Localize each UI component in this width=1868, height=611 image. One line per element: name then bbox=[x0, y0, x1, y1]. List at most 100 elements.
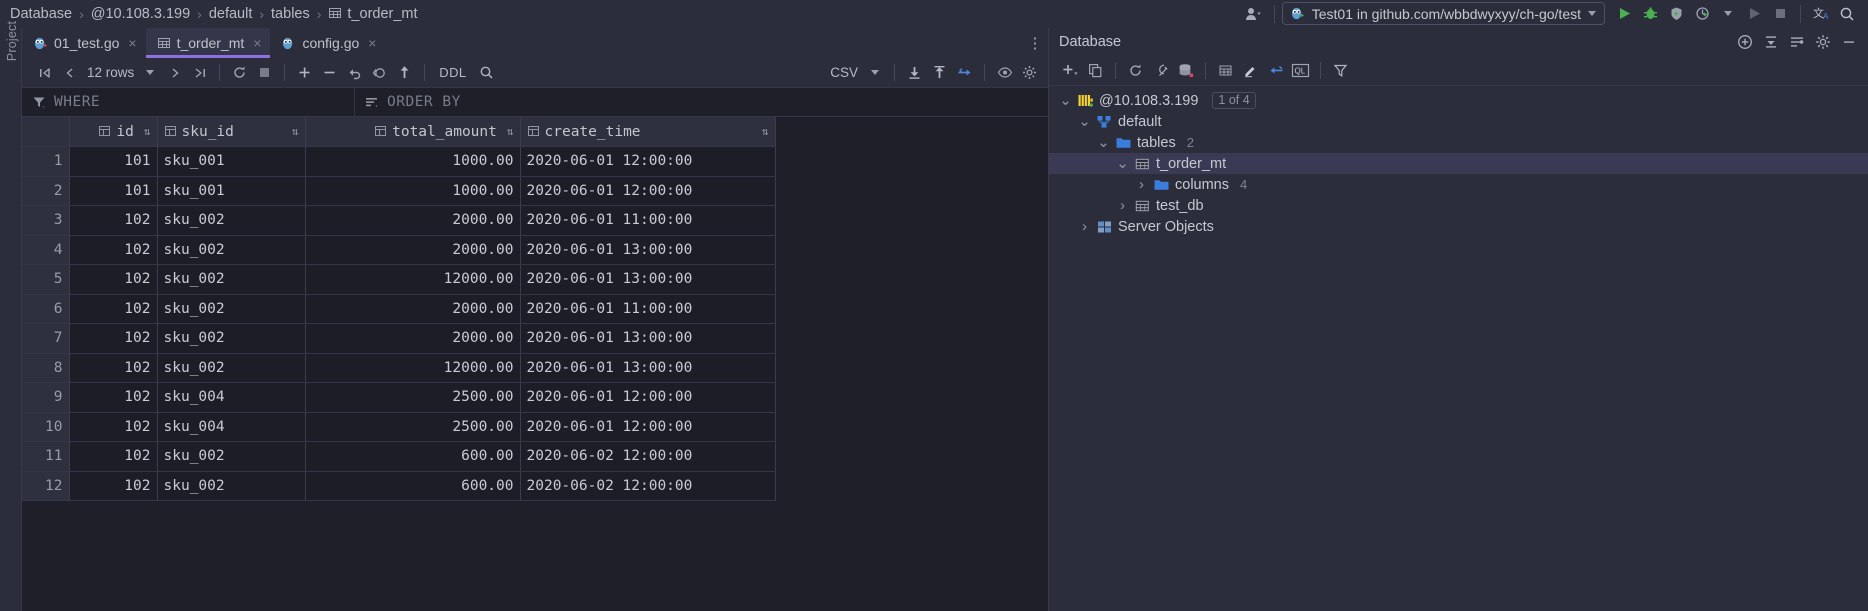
cell-create-time[interactable]: 2020-06-01 13:00:00 bbox=[520, 264, 776, 295]
debug-button[interactable] bbox=[1637, 2, 1663, 26]
download-icon[interactable] bbox=[902, 62, 927, 84]
revert-selected-icon[interactable] bbox=[367, 62, 392, 84]
export-to-database-icon[interactable] bbox=[952, 62, 977, 84]
close-icon[interactable]: × bbox=[368, 35, 376, 51]
search-icon[interactable] bbox=[474, 62, 499, 84]
cell-sku-id[interactable]: sku_001 bbox=[157, 146, 306, 177]
chevron-down-icon[interactable]: ⌄ bbox=[1078, 114, 1091, 129]
column-header-sku-id[interactable]: sku_id ⇅ bbox=[157, 117, 306, 147]
cell-create-time[interactable]: 2020-06-01 12:00:00 bbox=[520, 382, 776, 413]
cell-create-time[interactable]: 2020-06-02 12:00:00 bbox=[520, 441, 776, 472]
cell-sku-id[interactable]: sku_002 bbox=[157, 323, 306, 354]
cell-create-time[interactable]: 2020-06-01 13:00:00 bbox=[520, 323, 776, 354]
filter-icon[interactable] bbox=[1328, 60, 1353, 82]
schema-filter-icon[interactable] bbox=[1784, 31, 1810, 53]
chevron-down-icon[interactable]: ⌄ bbox=[1116, 156, 1129, 171]
cell-sku-id[interactable]: sku_004 bbox=[157, 412, 306, 442]
sort-indicator-icon[interactable]: ⇅ bbox=[144, 125, 151, 138]
next-page-icon[interactable] bbox=[162, 62, 187, 84]
table-row[interactable]: 11 102 sku_002 600.00 2020-06-02 12:00:00 bbox=[22, 441, 776, 472]
table-row[interactable]: 2 101 sku_001 1000.00 2020-06-01 12:00:00 bbox=[22, 176, 776, 206]
database-tree[interactable]: ⌄ @10.108.3.199 1 of 4 ⌄ default ⌄ tables 2 ⌄ t_o… bbox=[1049, 86, 1868, 611]
import-icon[interactable] bbox=[927, 62, 952, 84]
cell-id[interactable]: 102 bbox=[69, 264, 158, 295]
gear-icon[interactable] bbox=[1017, 62, 1042, 84]
copy-icon[interactable] bbox=[1083, 60, 1108, 82]
first-page-icon[interactable] bbox=[32, 62, 57, 84]
project-tool-window-button[interactable]: Project bbox=[5, 13, 19, 69]
export-format-label[interactable]: CSV bbox=[830, 65, 862, 80]
data-source-icon[interactable] bbox=[1173, 60, 1198, 82]
table-row[interactable]: 8 102 sku_002 12000.00 2020-06-01 13:00:00 bbox=[22, 353, 776, 383]
sort-indicator-icon[interactable]: ⇅ bbox=[286, 125, 299, 138]
cell-create-time[interactable]: 2020-06-01 13:00:00 bbox=[520, 235, 776, 265]
cell-id[interactable]: 102 bbox=[69, 382, 158, 413]
chevron-down-icon[interactable] bbox=[862, 62, 887, 84]
breadcrumb-item-tables[interactable]: tables bbox=[265, 6, 316, 22]
chevron-right-icon[interactable]: › bbox=[1116, 197, 1129, 214]
cell-sku-id[interactable]: sku_002 bbox=[157, 235, 306, 265]
profiler-dropdown[interactable] bbox=[1715, 2, 1741, 26]
cell-total-amount[interactable]: 1000.00 bbox=[305, 146, 521, 177]
chevron-right-icon[interactable]: › bbox=[1078, 218, 1091, 235]
eye-icon[interactable] bbox=[992, 62, 1017, 84]
jump-to-icon[interactable] bbox=[1263, 60, 1288, 82]
tab-01-test-go[interactable]: 01_test.go × bbox=[22, 28, 146, 58]
cell-id[interactable]: 102 bbox=[69, 353, 158, 383]
cell-total-amount[interactable]: 2000.00 bbox=[305, 323, 521, 354]
tree-node-t-order-mt[interactable]: ⌄ t_order_mt bbox=[1049, 153, 1868, 174]
cell-id[interactable]: 102 bbox=[69, 323, 158, 354]
cell-total-amount[interactable]: 12000.00 bbox=[305, 353, 521, 383]
cell-sku-id[interactable]: sku_002 bbox=[157, 441, 306, 472]
plus-dropdown-icon[interactable] bbox=[1058, 60, 1083, 82]
run-configuration-selector[interactable]: Test01 in github.com/wbbdwyxyy/ch-go/tes… bbox=[1281, 2, 1605, 25]
upload-arrow-icon[interactable] bbox=[392, 62, 417, 84]
tree-node-tables[interactable]: ⌄ tables 2 bbox=[1049, 132, 1868, 153]
tab-config-go[interactable]: config.go × bbox=[270, 28, 385, 58]
cell-sku-id[interactable]: sku_001 bbox=[157, 176, 306, 206]
cell-id[interactable]: 102 bbox=[69, 441, 158, 472]
cell-create-time[interactable]: 2020-06-01 12:00:00 bbox=[520, 146, 776, 177]
table-row[interactable]: 7 102 sku_002 2000.00 2020-06-01 13:00:00 bbox=[22, 323, 776, 354]
table-row[interactable]: 5 102 sku_002 12000.00 2020-06-01 13:00:00 bbox=[22, 264, 776, 295]
cell-create-time[interactable]: 2020-06-01 13:00:00 bbox=[520, 353, 776, 383]
tree-node-test-db[interactable]: › test_db bbox=[1049, 195, 1868, 216]
refresh-icon[interactable] bbox=[1123, 60, 1148, 82]
run-button[interactable] bbox=[1611, 2, 1637, 26]
table-row[interactable]: 9 102 sku_004 2500.00 2020-06-01 12:00:00 bbox=[22, 382, 776, 413]
chevron-down-icon[interactable]: ⌄ bbox=[1097, 135, 1110, 150]
cell-id[interactable]: 102 bbox=[69, 294, 158, 324]
cell-id[interactable]: 101 bbox=[69, 146, 158, 177]
user-icon[interactable] bbox=[1241, 2, 1267, 26]
order-by-filter[interactable]: ORDER BY bbox=[355, 88, 471, 116]
undo-icon[interactable] bbox=[342, 62, 367, 84]
cell-total-amount[interactable]: 600.00 bbox=[305, 441, 521, 472]
sort-indicator-icon[interactable]: ⇅ bbox=[756, 125, 769, 138]
prev-page-icon[interactable] bbox=[57, 62, 82, 84]
minimize-icon[interactable] bbox=[1836, 31, 1862, 53]
table-icon[interactable] bbox=[1213, 60, 1238, 82]
cell-create-time[interactable]: 2020-06-01 12:00:00 bbox=[520, 412, 776, 442]
sort-indicator-icon[interactable]: ⇅ bbox=[507, 125, 514, 138]
where-filter[interactable]: WHERE bbox=[22, 88, 355, 116]
cell-sku-id[interactable]: sku_004 bbox=[157, 382, 306, 413]
cell-create-time[interactable]: 2020-06-01 12:00:00 bbox=[520, 176, 776, 206]
plus-circle-icon[interactable] bbox=[1732, 31, 1758, 53]
chevron-down-icon[interactable] bbox=[137, 62, 162, 84]
cell-create-time[interactable]: 2020-06-01 11:00:00 bbox=[520, 205, 776, 236]
profiler-icon[interactable] bbox=[1689, 2, 1715, 26]
gear-icon[interactable] bbox=[1810, 31, 1836, 53]
column-header-id[interactable]: id ⇅ bbox=[69, 117, 158, 147]
kebab-menu-icon[interactable]: ⋮ bbox=[1022, 28, 1048, 58]
cell-id[interactable]: 102 bbox=[69, 205, 158, 236]
query-console-icon[interactable] bbox=[1148, 60, 1173, 82]
tab-t-order-mt[interactable]: t_order_mt × bbox=[145, 28, 271, 58]
ddl-button[interactable]: DDL bbox=[432, 65, 473, 80]
cell-total-amount[interactable]: 2000.00 bbox=[305, 294, 521, 324]
cell-total-amount[interactable]: 12000.00 bbox=[305, 264, 521, 295]
cell-create-time[interactable]: 2020-06-02 12:00:00 bbox=[520, 471, 776, 501]
table-row[interactable]: 3 102 sku_002 2000.00 2020-06-01 11:00:00 bbox=[22, 205, 776, 236]
refresh-icon[interactable] bbox=[227, 62, 252, 84]
last-page-icon[interactable] bbox=[187, 62, 212, 84]
cell-id[interactable]: 101 bbox=[69, 176, 158, 206]
